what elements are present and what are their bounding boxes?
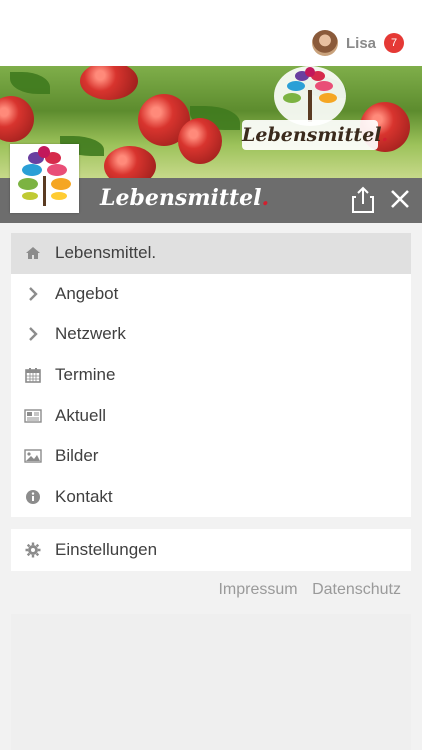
- menu-item-angebot[interactable]: Angebot: [11, 274, 411, 315]
- menu-item-label: Lebensmittel.: [55, 243, 157, 263]
- menu-item-label: Netzwerk: [55, 324, 126, 344]
- brand-title: Lebensmittel.: [100, 185, 269, 211]
- share-icon: [352, 186, 374, 213]
- top-bar: Lisa 7: [0, 0, 422, 66]
- menu-item-netzwerk[interactable]: Netzwerk: [11, 314, 411, 355]
- close-icon: [391, 190, 409, 208]
- menu-item-kontakt[interactable]: Kontakt: [11, 477, 411, 518]
- tree-logo-icon: [283, 67, 337, 122]
- user-menu[interactable]: Lisa 7: [311, 30, 404, 56]
- menu-item-termine[interactable]: Termine: [11, 355, 411, 396]
- leaf-decoration: [10, 72, 50, 94]
- home-icon: [11, 246, 55, 260]
- navigation-menu: Lebensmittel. Angebot Netzwerk Termine A…: [11, 233, 411, 518]
- notification-badge[interactable]: 7: [384, 33, 404, 53]
- image-icon: [11, 449, 55, 463]
- banner-logo-label: Lebensmittel: [242, 124, 382, 146]
- menu-item-bilder[interactable]: Bilder: [11, 436, 411, 477]
- newspaper-icon: [11, 408, 55, 423]
- settings-label: Einstellungen: [55, 540, 158, 559]
- apple-decoration: [178, 118, 222, 164]
- close-button[interactable]: [388, 188, 412, 212]
- impressum-link[interactable]: Impressum: [218, 581, 297, 598]
- user-name[interactable]: Lisa: [346, 35, 376, 52]
- footer-links: Impressum Datenschutz: [208, 581, 401, 599]
- banner-logo-dot: .: [381, 124, 389, 146]
- menu-item-label: Bilder: [55, 446, 99, 466]
- tree-logo-icon: [18, 146, 71, 206]
- chevron-right-icon: [11, 287, 55, 301]
- chevron-right-icon: [11, 327, 55, 342]
- bottom-panel: [11, 614, 411, 750]
- app-logo-thumbnail: [10, 144, 79, 213]
- menu-item-label: Termine: [55, 365, 116, 385]
- menu-item-einstellungen[interactable]: Einstellungen: [11, 529, 411, 571]
- menu-item-label: Angebot: [55, 283, 119, 303]
- banner-logo-text: Lebensmittel.: [242, 120, 388, 150]
- menu-item-label: Kontakt: [55, 486, 113, 506]
- apple-decoration: [104, 146, 156, 178]
- brand-dot: .: [261, 185, 270, 211]
- gear-icon: [11, 542, 55, 558]
- datenschutz-link[interactable]: Datenschutz: [312, 581, 401, 598]
- banner-logo-emblem: [274, 66, 346, 126]
- menu-item-lebensmittel[interactable]: Lebensmittel.: [11, 233, 411, 274]
- info-icon: [11, 489, 55, 505]
- menu-item-aktuell[interactable]: Aktuell: [11, 395, 411, 436]
- share-button[interactable]: [350, 186, 376, 214]
- avatar[interactable]: [311, 30, 338, 56]
- brand-title-text: Lebensmittel: [100, 185, 262, 211]
- calendar-icon: [11, 367, 55, 383]
- banner-logo: Lebensmittel.: [238, 66, 388, 150]
- apple-decoration: [80, 66, 138, 100]
- menu-item-label: Aktuell: [55, 405, 107, 425]
- apple-decoration: [0, 96, 34, 142]
